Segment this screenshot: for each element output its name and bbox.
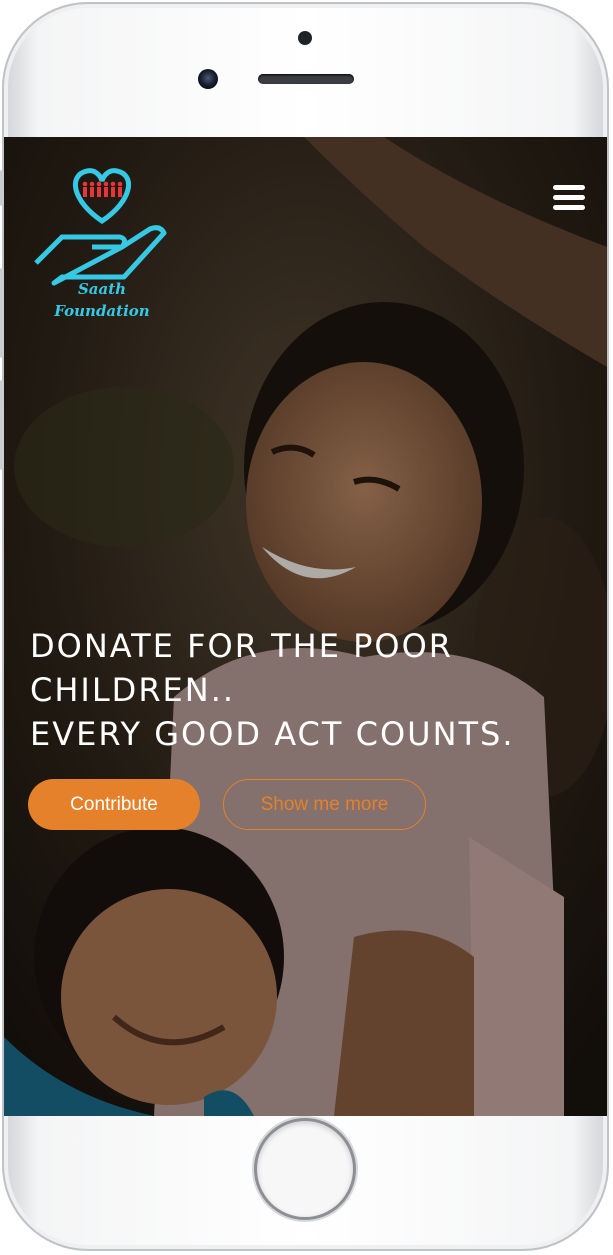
brand-name-line2: Foundation — [54, 302, 150, 320]
brand-name-line1: Saath — [77, 280, 127, 298]
hero-headline: DONATE FOR THE POOR CHILDREN.. EVERY GOO… — [30, 624, 590, 756]
show-me-more-button[interactable]: Show me more — [223, 779, 426, 830]
earpiece-speaker — [258, 74, 354, 84]
front-camera-icon — [198, 69, 218, 89]
headline-line: DONATE FOR THE POOR — [30, 627, 454, 665]
contribute-button[interactable]: Contribute — [28, 779, 200, 830]
app-screen: Saath Foundation DONATE FOR THE POOR CHI… — [4, 137, 607, 1116]
saath-foundation-logo[interactable]: Saath Foundation — [32, 165, 172, 325]
headline-line: EVERY GOOD ACT COUNTS. — [30, 715, 515, 753]
menu-bar — [553, 185, 585, 190]
heart-hand-icon — [34, 168, 167, 286]
proximity-sensor — [298, 31, 312, 45]
home-button-icon[interactable] — [257, 1121, 353, 1217]
menu-bar — [553, 195, 585, 200]
menu-bar — [553, 205, 585, 210]
headline-line: CHILDREN.. — [30, 671, 236, 709]
hamburger-menu-icon[interactable] — [553, 185, 585, 213]
